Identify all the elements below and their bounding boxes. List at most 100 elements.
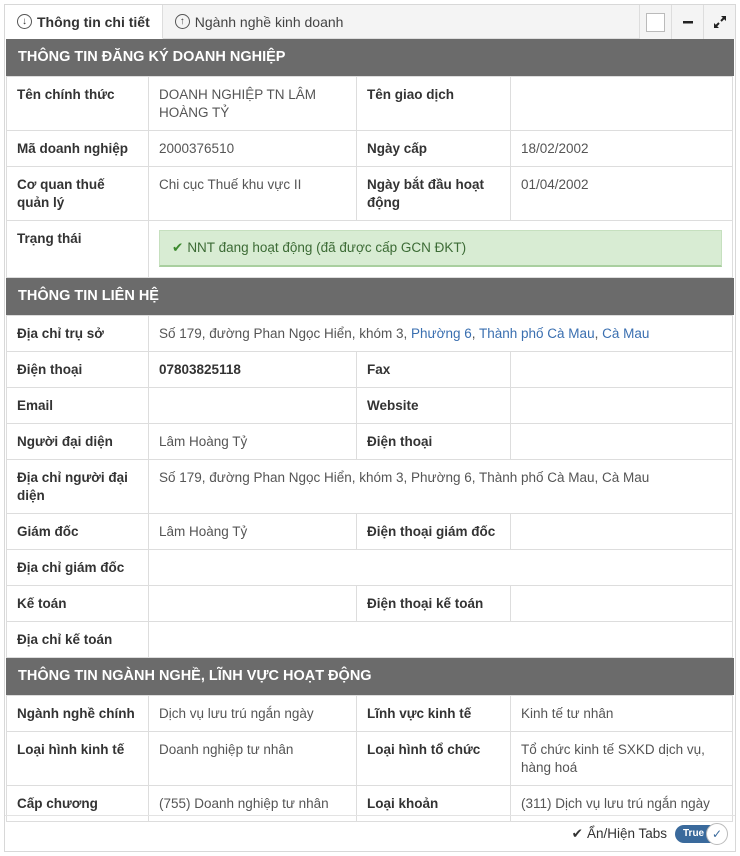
director-address-value <box>147 549 734 586</box>
section-title-industry: THÔNG TIN NGÀNH NGHỀ, LĨNH VỰC HOẠT ĐỘNG <box>6 658 734 695</box>
hq-address-label: Địa chỉ trụ sở <box>6 315 149 352</box>
rep-phone-value <box>509 423 734 460</box>
table-row: Tên chính thức DOANH NGHIỆP TN LÂM HOÀNG… <box>6 76 733 131</box>
table-row: Ngành nghề chính Dịch vụ lưu trú ngắn ng… <box>6 695 733 732</box>
table-row: Địa chỉ trụ sở Số 179, đường Phan Ngọc H… <box>6 315 734 352</box>
ward-link[interactable]: Phường 6 <box>411 326 472 341</box>
table-row: Kế toán Điện thoại kế toán <box>6 585 734 622</box>
email-value <box>148 387 357 424</box>
status-text: NNT đang hoạt động (đã được cấp GCN ĐKT) <box>187 240 467 255</box>
phone-value: 07803825118 <box>148 351 357 388</box>
minimize-button[interactable] <box>671 5 703 39</box>
website-value <box>509 387 734 424</box>
check-icon: ✔ <box>172 240 184 255</box>
accountant-phone-label: Điện thoại kế toán <box>356 585 511 622</box>
city-link[interactable]: Thành phố Cà Mau <box>479 326 595 341</box>
hq-address-street: Số 179, đường Phan Ngọc Hiển, khóm 3, <box>159 326 412 341</box>
website-label: Website <box>356 387 511 424</box>
economic-type-value: Doanh nghiệp tư nhân <box>148 731 357 786</box>
company-code-label: Mã doanh nghiệp <box>6 130 149 167</box>
org-type-label: Loại hình tổ chức <box>356 731 511 786</box>
trade-name-label: Tên giao dịch <box>356 76 511 131</box>
table-row: Điện thoại 07803825118 Fax <box>6 351 734 388</box>
registration-table: Tên chính thức DOANH NGHIỆP TN LÂM HOÀNG… <box>6 76 733 278</box>
company-info-panel: ↓ Thông tin chi tiết ↑ Ngành nghề kinh d… <box>4 4 736 852</box>
arrow-up-circle-icon: ↑ <box>174 14 190 29</box>
status-cell: ✔ NNT đang hoạt động (đã được cấp GCN ĐKT… <box>148 220 733 278</box>
director-label: Giám đốc <box>6 513 149 550</box>
address-separator: , <box>594 326 603 341</box>
fax-value <box>509 351 734 388</box>
tab-business-lines[interactable]: ↑ Ngành nghề kinh doanh <box>163 5 356 38</box>
rep-address-label: Địa chỉ người đại diện <box>6 459 149 514</box>
expand-icon <box>713 16 726 28</box>
email-label: Email <box>6 387 149 424</box>
table-row: Địa chỉ giám đốc <box>6 549 734 586</box>
province-link[interactable]: Cà Mau <box>602 326 649 341</box>
panel-content: THÔNG TIN ĐĂNG KÝ DOANH NGHIỆP Tên chính… <box>5 39 735 822</box>
tab-label: Thông tin chi tiết <box>37 13 150 30</box>
section-title-registration: THÔNG TIN ĐĂNG KÝ DOANH NGHIỆP <box>6 39 734 76</box>
economic-type-label: Loại hình kinh tế <box>6 731 149 786</box>
table-row: Địa chỉ kế toán <box>6 621 734 658</box>
tax-office-value: Chi cục Thuế khu vực II <box>148 166 357 221</box>
director-phone-label: Điện thoại giám đốc <box>356 513 511 550</box>
toggle-value: True <box>683 828 705 839</box>
main-industry-label: Ngành nghề chính <box>6 695 149 732</box>
rep-address-value: Số 179, đường Phan Ngọc Hiển, khóm 3, Ph… <box>147 459 734 514</box>
director-address-label: Địa chỉ giám đốc <box>6 549 149 586</box>
issue-date-value: 18/02/2002 <box>510 130 733 167</box>
table-row: Giám đốc Lâm Hoàng Tỷ Điện thoại giám đố… <box>6 513 734 550</box>
minus-icon <box>682 21 693 24</box>
accountant-address-label: Địa chỉ kế toán <box>6 621 149 658</box>
toggle-tabs-switch[interactable]: True ✓ <box>675 822 728 845</box>
address-separator: , <box>471 326 479 341</box>
panel-tools <box>639 5 735 39</box>
tab-detail-info[interactable]: ↓ Thông tin chi tiết <box>5 5 163 39</box>
economic-field-value: Kinh tế tư nhân <box>510 695 733 732</box>
industry-table: Ngành nghề chính Dịch vụ lưu trú ngắn ng… <box>6 695 733 822</box>
status-label: Trạng thái <box>6 220 149 278</box>
rep-phone-label: Điện thoại <box>356 423 511 460</box>
economic-field-label: Lĩnh vực kinh tế <box>356 695 511 732</box>
official-name-label: Tên chính thức <box>6 76 149 131</box>
representative-label: Người đại diện <box>6 423 149 460</box>
table-row: Mã doanh nghiệp 2000376510 Ngày cấp 18/0… <box>6 130 733 167</box>
representative-value: Lâm Hoàng Tỷ <box>148 423 357 460</box>
trade-name-value <box>510 76 733 131</box>
accountant-value <box>148 585 357 622</box>
check-icon: ✓ <box>706 822 728 845</box>
status-badge: ✔ NNT đang hoạt động (đã được cấp GCN ĐKT… <box>159 230 722 267</box>
official-name-value: DOANH NGHIỆP TN LÂM HOÀNG TỶ <box>148 76 357 131</box>
table-row: Email Website <box>6 387 734 424</box>
issue-date-label: Ngày cấp <box>356 130 511 167</box>
section-title-contact: THÔNG TIN LIÊN HỆ <box>6 278 734 315</box>
table-row: Cơ quan thuế quản lý Chi cục Thuế khu vự… <box>6 166 733 221</box>
phone-label: Điện thoại <box>6 351 149 388</box>
arrow-down-circle-icon: ↓ <box>17 14 32 29</box>
start-date-value: 01/04/2002 <box>510 166 733 221</box>
tax-office-label: Cơ quan thuế quản lý <box>6 166 149 221</box>
contact-table: Địa chỉ trụ sở Số 179, đường Phan Ngọc H… <box>6 315 734 658</box>
fax-label: Fax <box>356 351 511 388</box>
table-row: Người đại diện Lâm Hoàng Tỷ Điện thoại <box>6 423 734 460</box>
expand-button[interactable] <box>703 5 735 39</box>
checkbox-box <box>646 12 665 32</box>
table-row: Địa chỉ người đại diện Số 179, đường Pha… <box>6 459 734 514</box>
accountant-label: Kế toán <box>6 585 149 622</box>
check-icon: ✔ <box>571 825 583 841</box>
tab-label: Ngành nghề kinh doanh <box>194 13 344 30</box>
director-phone-value <box>509 513 734 550</box>
table-row: Loại hình kinh tế Doanh nghiệp tư nhân L… <box>6 731 733 786</box>
company-code-value: 2000376510 <box>148 130 357 167</box>
org-type-value: Tổ chức kinh tế SXKD dịch vụ, hàng hoá <box>510 731 733 786</box>
table-row: Trạng thái ✔ NNT đang hoạt động (đã được … <box>6 220 733 278</box>
toggle-tabs-label: Ẩn/Hiện Tabs <box>586 826 667 841</box>
select-checkbox[interactable] <box>639 5 671 39</box>
start-date-label: Ngày bắt đầu hoạt động <box>356 166 511 221</box>
hq-address-value: Số 179, đường Phan Ngọc Hiển, khóm 3, Ph… <box>147 315 734 352</box>
director-value: Lâm Hoàng Tỷ <box>148 513 357 550</box>
panel-footer: ✔ Ẩn/Hiện Tabs True ✓ <box>5 815 735 851</box>
tab-bar: ↓ Thông tin chi tiết ↑ Ngành nghề kinh d… <box>5 5 735 39</box>
accountant-phone-value <box>509 585 734 622</box>
